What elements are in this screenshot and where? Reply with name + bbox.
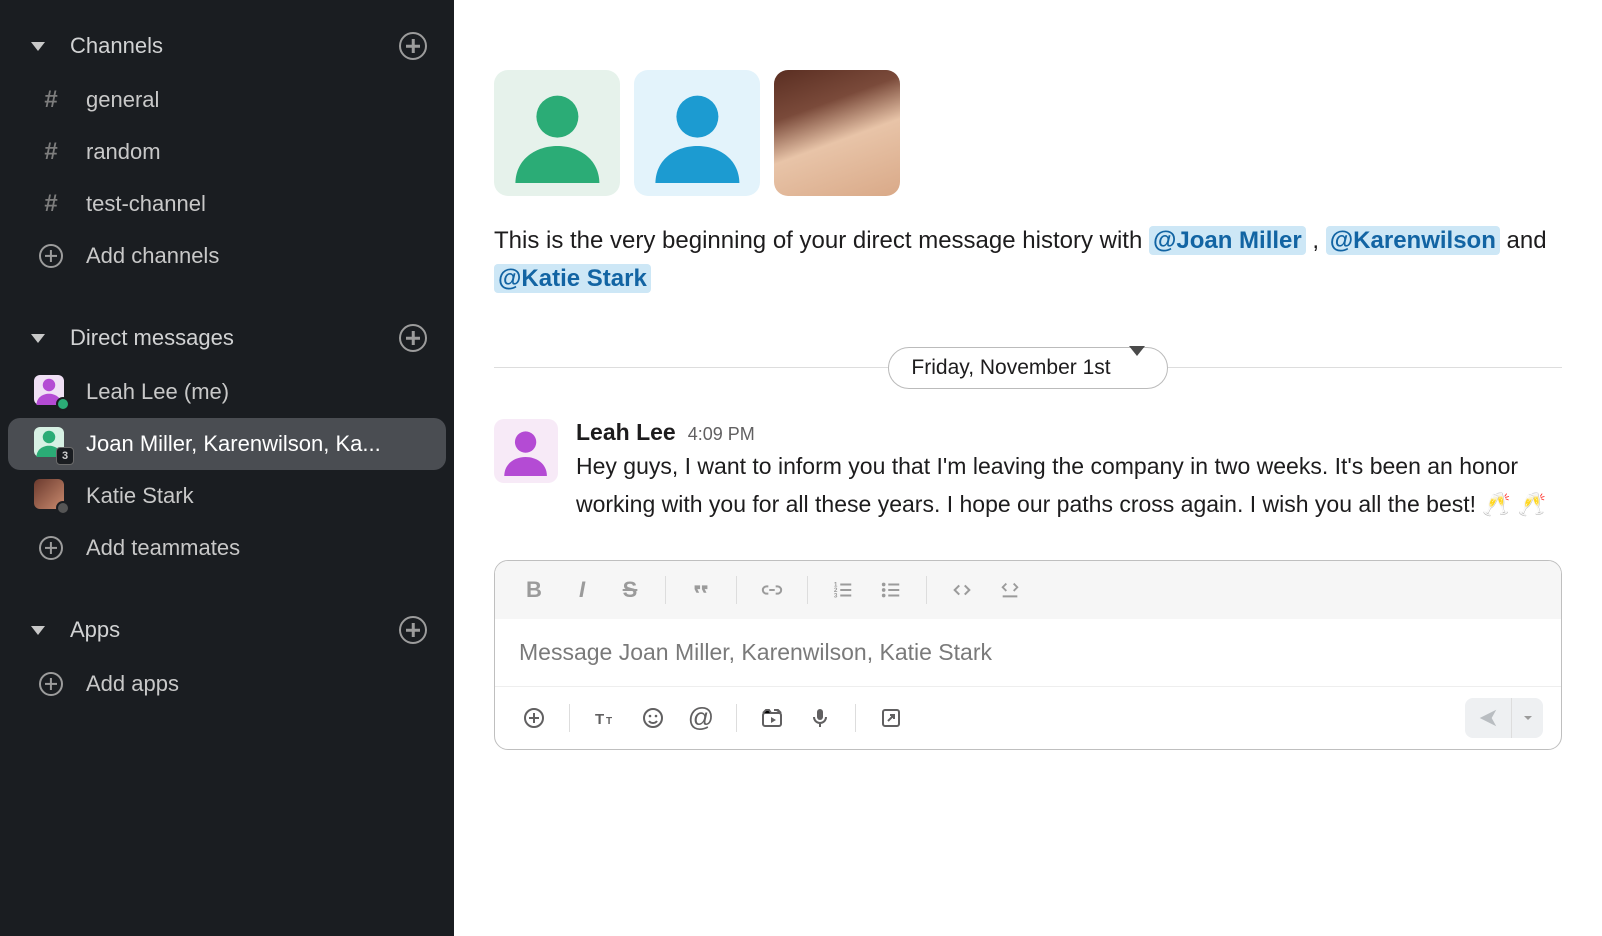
add-channel-icon[interactable] — [398, 31, 428, 61]
conversation-pane: This is the very beginning of your direc… — [454, 0, 1602, 936]
text-format-icon: TT — [593, 706, 617, 730]
link-icon — [761, 579, 783, 601]
add-channels[interactable]: Add channels — [8, 230, 446, 282]
presence-active-icon — [56, 397, 70, 411]
apps-section-header[interactable]: Apps — [0, 602, 454, 658]
dms-title: Direct messages — [70, 325, 398, 351]
date-divider: Friday, November 1st — [494, 347, 1562, 389]
send-options-button[interactable] — [1511, 698, 1543, 738]
dm-intro-text: This is the very beginning of your direc… — [494, 222, 1562, 299]
ordered-list-icon: 123 — [832, 579, 854, 601]
message-time: 4:09 PM — [688, 424, 755, 445]
avatar — [34, 375, 68, 409]
channels-section-header[interactable]: Channels — [0, 18, 454, 74]
participant-avatars — [494, 70, 1562, 196]
link-button[interactable] — [751, 569, 793, 611]
emoji-icon — [641, 706, 665, 730]
mention-joan[interactable]: @Joan Miller — [1149, 226, 1306, 255]
svg-text:T: T — [595, 711, 604, 728]
codeblock-icon — [999, 579, 1021, 601]
ordered-list-button[interactable]: 123 — [822, 569, 864, 611]
format-toggle-button[interactable]: TT — [584, 697, 626, 739]
avatar: 3 — [34, 427, 68, 461]
bold-button[interactable]: B — [513, 569, 555, 611]
plus-circle-icon — [34, 239, 68, 273]
plus-circle-icon — [522, 706, 546, 730]
chevron-down-icon — [26, 334, 50, 343]
shortcut-button[interactable] — [870, 697, 912, 739]
avatar-katie[interactable] — [774, 70, 900, 196]
avatar-karen[interactable] — [634, 70, 760, 196]
audio-button[interactable] — [799, 697, 841, 739]
bullet-list-icon — [880, 579, 902, 601]
shortcut-icon — [879, 706, 903, 730]
channel-random[interactable]: # random — [8, 126, 446, 178]
send-icon — [1477, 707, 1499, 729]
channels-title: Channels — [70, 33, 398, 59]
add-dm-icon[interactable] — [398, 323, 428, 353]
mention-button[interactable]: @ — [680, 697, 722, 739]
channel-test-channel[interactable]: # test-channel — [8, 178, 446, 230]
add-apps[interactable]: Add apps — [8, 658, 446, 710]
presence-away-icon — [56, 501, 70, 515]
message-author[interactable]: Leah Lee — [576, 419, 676, 446]
chevron-down-icon — [26, 42, 50, 51]
person-icon — [507, 83, 608, 184]
quote-button[interactable] — [680, 569, 722, 611]
message-composer: B I S 123 Mes — [494, 560, 1562, 750]
avatar-joan[interactable] — [494, 70, 620, 196]
person-icon — [500, 425, 551, 476]
strike-button[interactable]: S — [609, 569, 651, 611]
hash-icon: # — [34, 135, 68, 169]
svg-text:3: 3 — [834, 592, 838, 599]
send-group — [1465, 698, 1543, 738]
dm-group-joan-karen-katie[interactable]: 3 Joan Miller, Karenwilson, Ka... — [8, 418, 446, 470]
message-avatar[interactable] — [494, 419, 558, 483]
chevron-down-icon — [26, 626, 50, 635]
caret-down-icon — [1522, 712, 1534, 724]
mic-icon — [808, 706, 832, 730]
add-app-icon[interactable] — [398, 615, 428, 645]
send-button[interactable] — [1465, 698, 1511, 738]
channel-general[interactable]: # general — [8, 74, 446, 126]
italic-button[interactable]: I — [561, 569, 603, 611]
bullet-list-button[interactable] — [870, 569, 912, 611]
composer-action-toolbar: TT @ — [495, 686, 1561, 749]
format-toolbar: B I S 123 — [495, 561, 1561, 619]
hash-icon: # — [34, 83, 68, 117]
dm-katie-stark[interactable]: Katie Stark — [8, 470, 446, 522]
dms-section-header[interactable]: Direct messages — [0, 310, 454, 366]
codeblock-button[interactable] — [989, 569, 1031, 611]
avatar — [34, 479, 68, 513]
hash-icon: # — [34, 187, 68, 221]
message-input[interactable]: Message Joan Miller, Karenwilson, Katie … — [495, 619, 1561, 686]
attach-button[interactable] — [513, 697, 555, 739]
video-button[interactable] — [751, 697, 793, 739]
code-icon — [951, 579, 973, 601]
plus-circle-icon — [34, 531, 68, 565]
mention-katie[interactable]: @Katie Stark — [494, 264, 651, 293]
add-teammates[interactable]: Add teammates — [8, 522, 446, 574]
quote-icon — [690, 579, 712, 601]
message-text: Hey guys, I want to inform you that I'm … — [576, 448, 1562, 524]
apps-title: Apps — [70, 617, 398, 643]
person-icon — [647, 83, 748, 184]
sidebar: Channels # general # random # test-chann… — [0, 0, 454, 936]
code-button[interactable] — [941, 569, 983, 611]
message: Leah Lee 4:09 PM Hey guys, I want to inf… — [494, 419, 1562, 524]
emoji-button[interactable] — [632, 697, 674, 739]
plus-circle-icon — [34, 667, 68, 701]
chevron-down-icon — [1129, 356, 1145, 380]
group-count-badge: 3 — [56, 447, 74, 465]
video-icon — [760, 706, 784, 730]
date-chip[interactable]: Friday, November 1st — [888, 347, 1167, 389]
dm-leah-lee[interactable]: Leah Lee (me) — [8, 366, 446, 418]
svg-text:T: T — [606, 716, 612, 727]
mention-karen[interactable]: @Karenwilson — [1326, 226, 1500, 255]
